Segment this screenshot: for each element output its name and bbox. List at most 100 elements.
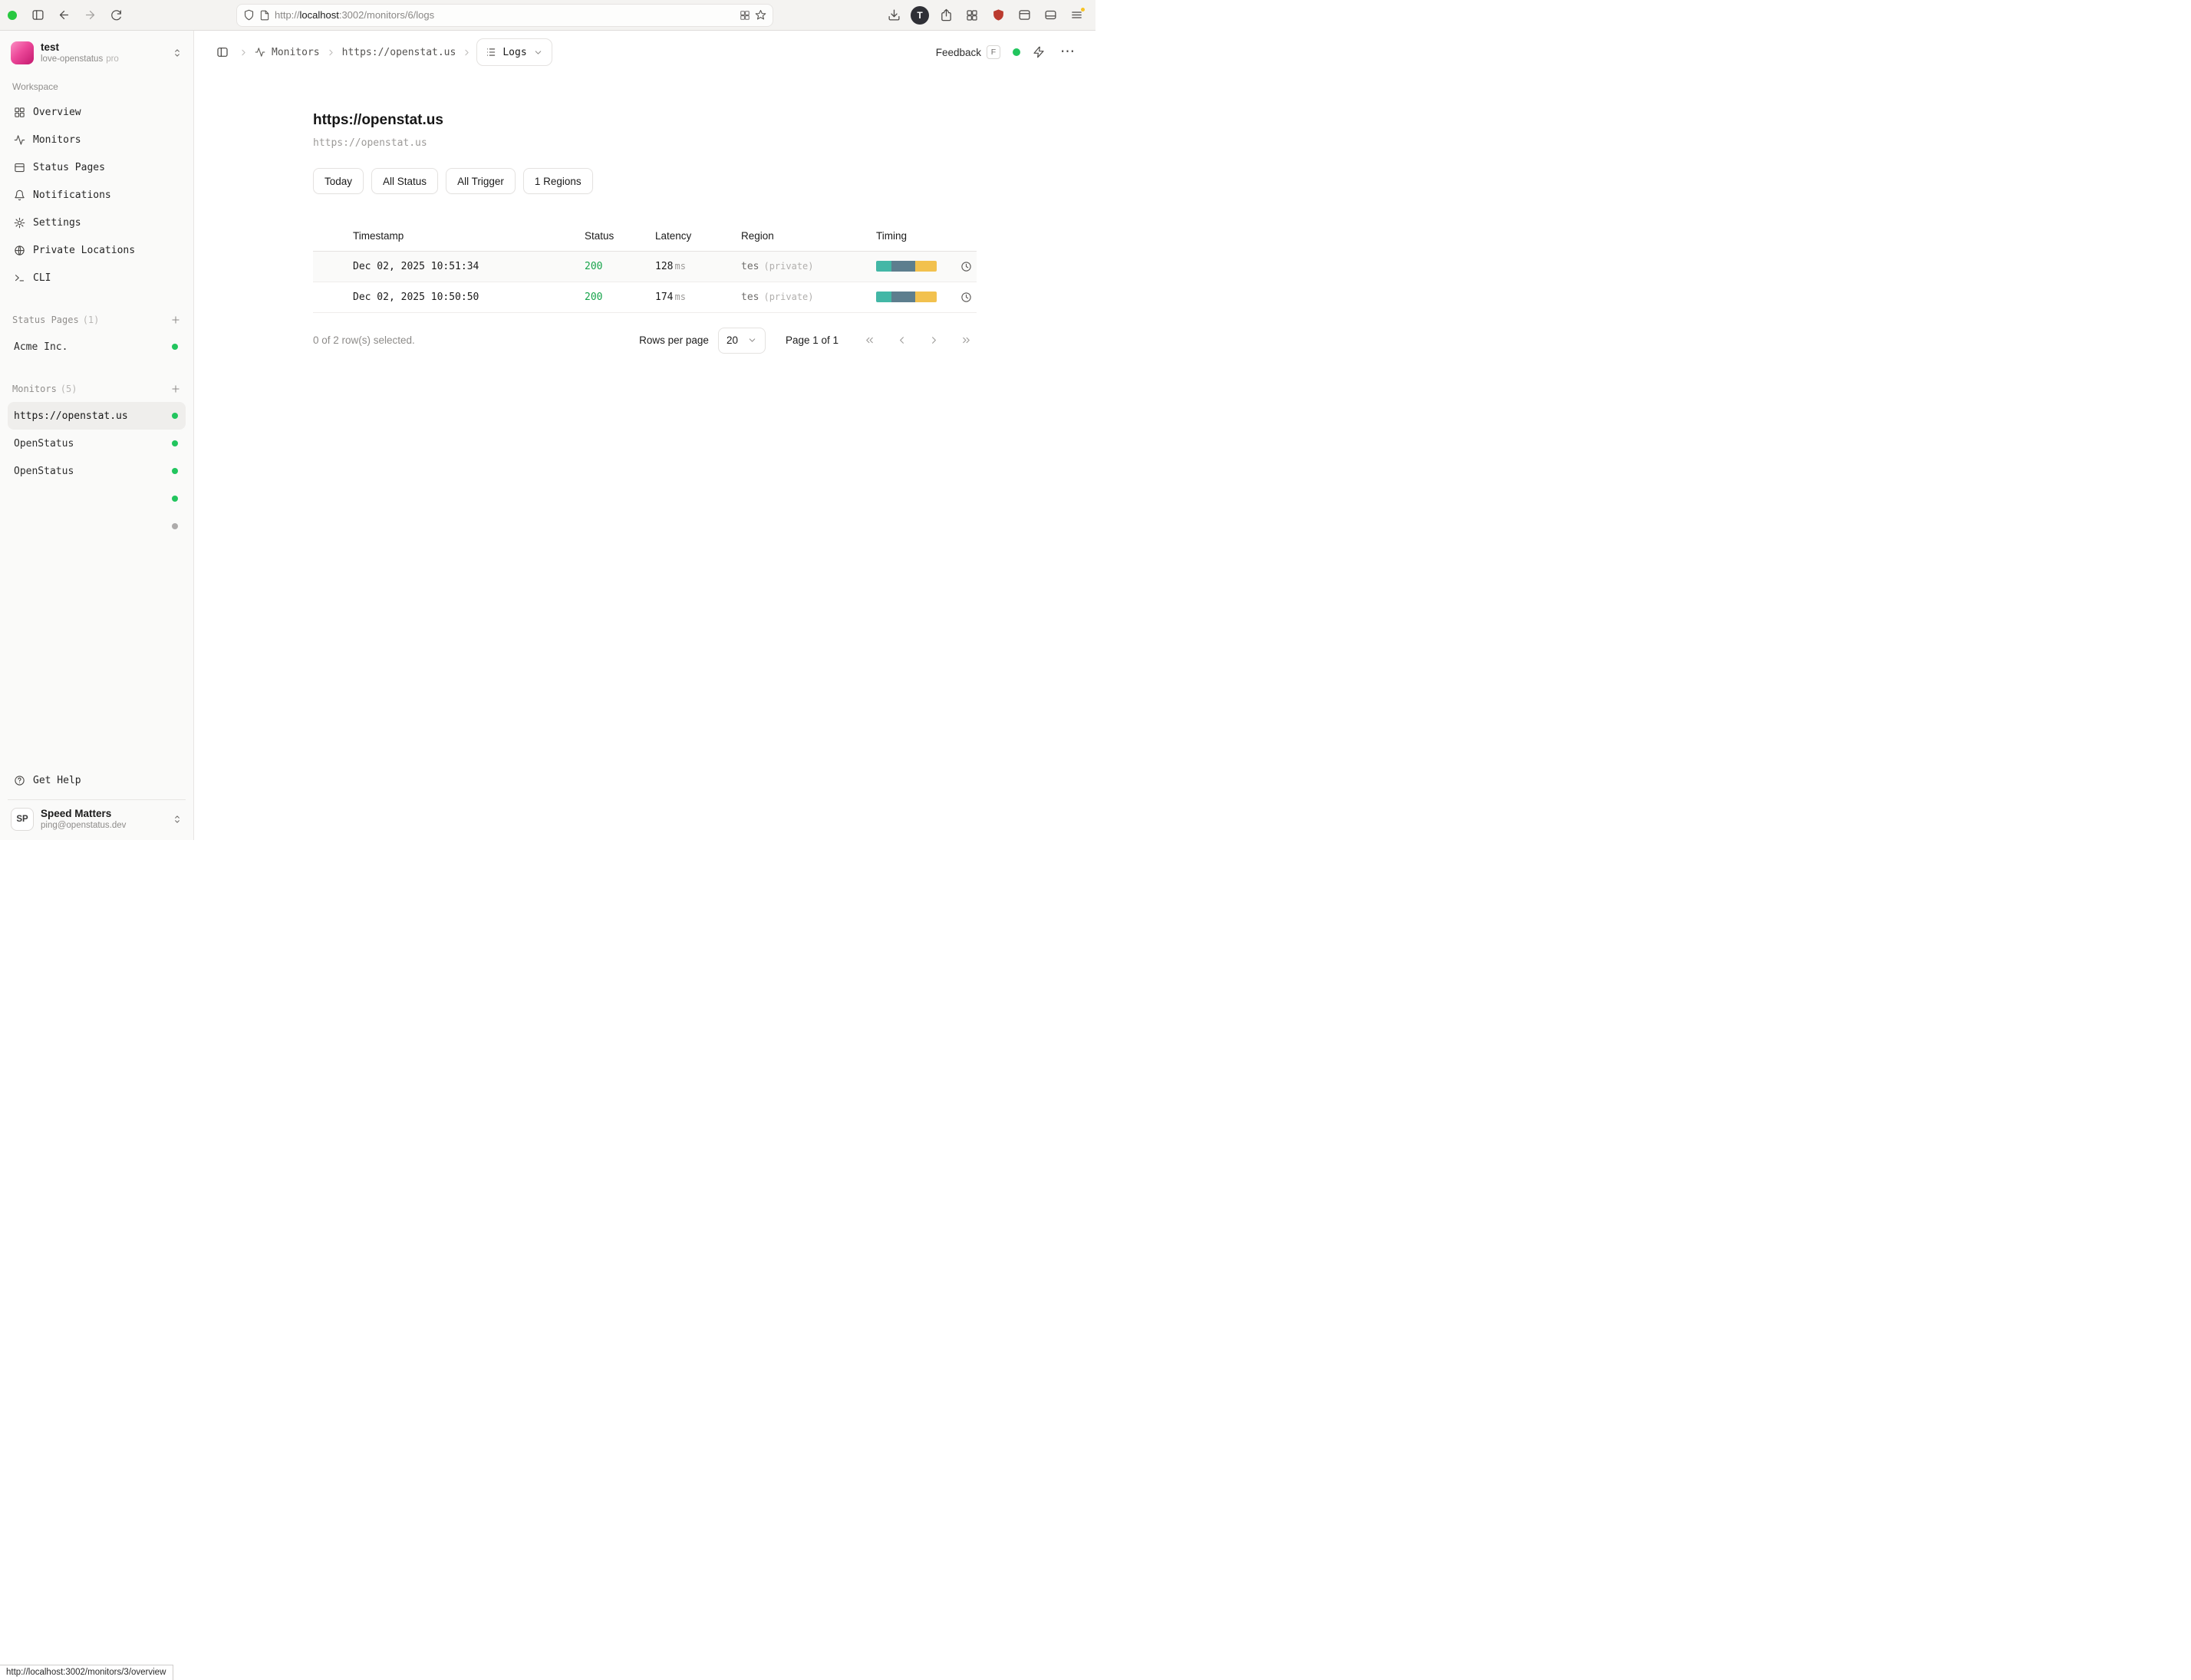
main-area: Monitors https://openstat.us Logs Feedba… <box>194 31 1096 840</box>
chevron-right-icon <box>462 48 472 58</box>
get-help-button[interactable]: Get Help <box>8 766 186 795</box>
col-region: Region <box>738 222 873 251</box>
add-monitor-button[interactable] <box>167 380 184 397</box>
status-dot <box>172 344 178 350</box>
monitor-item[interactable]: OpenStatus <box>8 430 186 457</box>
table-row[interactable]: Dec 02, 2025 10:50:50 200 174ms tes(priv… <box>313 282 977 312</box>
chevron-down-icon <box>747 335 757 345</box>
timing-segment-dns <box>876 261 891 272</box>
app-sidebar: test love-openstatuspro Workspace Overvi… <box>0 31 194 840</box>
table-row[interactable]: Dec 02, 2025 10:51:34 200 128ms tes(priv… <box>313 251 977 282</box>
forward-button[interactable] <box>78 5 101 26</box>
sidebar-item-cli[interactable]: CLI <box>8 264 186 292</box>
page-subtitle: https://openstat.us <box>313 137 977 149</box>
pagination-prev-button[interactable] <box>891 330 912 351</box>
profile-avatar[interactable]: T <box>908 5 931 26</box>
monitor-item[interactable] <box>8 512 186 540</box>
page-info-icon[interactable] <box>259 10 270 21</box>
monitor-item[interactable]: OpenStatus <box>8 457 186 485</box>
timing-segment-ttfb <box>915 261 937 272</box>
status-dot <box>172 440 178 446</box>
containers-icon[interactable] <box>740 10 750 21</box>
timing-segment-ttfb <box>915 292 937 302</box>
workspace-switcher[interactable]: test love-openstatuspro <box>8 38 186 68</box>
bookmark-star-icon[interactable] <box>755 9 766 21</box>
terminal-icon <box>14 272 25 284</box>
col-status: Status <box>582 222 652 251</box>
pagination-next-button[interactable] <box>923 330 944 351</box>
chevron-down-icon <box>533 48 543 58</box>
activity-icon <box>255 47 265 58</box>
panel-icon[interactable] <box>1039 5 1062 26</box>
extensions-icon[interactable] <box>960 5 983 26</box>
chevron-right-icon <box>326 48 336 58</box>
back-button[interactable] <box>52 5 75 26</box>
timing-segment-connect <box>891 261 915 272</box>
cell-latency: 174 <box>655 292 673 303</box>
filter-status-button[interactable]: All Status <box>371 168 438 194</box>
rows-per-page-label: Rows per page <box>639 334 709 346</box>
cell-region: tes <box>741 292 759 303</box>
cell-status: 200 <box>585 261 602 272</box>
sidebar-item-notifications[interactable]: Notifications <box>8 181 186 209</box>
workspace-section-label: Workspace <box>12 81 186 92</box>
sidebar-item-status-pages[interactable]: Status Pages <box>8 153 186 181</box>
rows-selected-text: 0 of 2 row(s) selected. <box>313 334 415 346</box>
traffic-light-green[interactable] <box>8 11 17 20</box>
monitor-item[interactable] <box>8 485 186 512</box>
status-page-item[interactable]: Acme Inc. <box>8 333 186 361</box>
clock-icon[interactable] <box>960 292 972 303</box>
url-bar[interactable]: http://localhost:3002/monitors/6/logs <box>236 4 773 27</box>
monitor-item[interactable]: https://openstat.us <box>8 402 186 430</box>
sidebar-item-private-locations[interactable]: Private Locations <box>8 236 186 264</box>
cell-region: tes <box>741 261 759 272</box>
status-pulse-dot <box>1013 48 1020 56</box>
filter-date-button[interactable]: Today <box>313 168 364 194</box>
user-name: Speed Matters <box>41 808 165 820</box>
globe-icon <box>14 245 25 256</box>
col-timing: Timing <box>873 222 977 251</box>
status-dot <box>172 496 178 502</box>
pagination-last-button[interactable] <box>955 330 977 351</box>
ublock-icon[interactable] <box>987 5 1010 26</box>
add-status-page-button[interactable] <box>167 311 184 328</box>
sidebar-item-overview[interactable]: Overview <box>8 98 186 126</box>
menu-hamburger-icon[interactable] <box>1065 5 1088 26</box>
sidebar-item-settings[interactable]: Settings <box>8 209 186 236</box>
cell-status: 200 <box>585 292 602 303</box>
tracking-shield-icon[interactable] <box>243 9 255 21</box>
breadcrumb-monitors[interactable]: Monitors <box>253 44 321 61</box>
browser-sidebar-toggle-icon[interactable] <box>26 5 49 26</box>
breadcrumb-monitor-url[interactable]: https://openstat.us <box>341 44 458 61</box>
cell-latency: 128 <box>655 261 673 272</box>
chevrons-up-down-icon <box>172 814 183 825</box>
table-footer: 0 of 2 row(s) selected. Rows per page 20… <box>313 328 977 354</box>
pagination-first-button[interactable] <box>858 330 880 351</box>
user-email: ping@openstatus.dev <box>41 820 165 831</box>
rows-per-page-select[interactable]: 20 <box>718 328 766 354</box>
library-icon[interactable] <box>1013 5 1036 26</box>
downloads-icon[interactable] <box>882 5 905 26</box>
more-options-button[interactable]: ⋯ <box>1057 45 1079 59</box>
command-zap-icon[interactable] <box>1033 46 1045 58</box>
workspace-name: test <box>41 41 165 54</box>
sidebar-item-monitors[interactable]: Monitors <box>8 126 186 153</box>
page-info: Page 1 of 1 <box>786 334 839 346</box>
share-icon[interactable] <box>934 5 957 26</box>
filter-trigger-button[interactable]: All Trigger <box>446 168 516 194</box>
logs-view-dropdown[interactable]: Logs <box>476 38 552 66</box>
feedback-button[interactable]: Feedback F <box>936 45 1000 59</box>
reload-button[interactable] <box>104 5 127 26</box>
sidebar-collapse-icon[interactable] <box>211 41 234 63</box>
page-title: https://openstat.us <box>313 112 977 129</box>
url-text: http://localhost:3002/monitors/6/logs <box>275 9 735 21</box>
breadcrumb: Monitors https://openstat.us Logs Feedba… <box>194 31 1096 74</box>
clock-icon[interactable] <box>960 261 972 272</box>
workspace-plan-badge: pro <box>106 54 119 64</box>
col-latency: Latency <box>652 222 738 251</box>
filter-regions-button[interactable]: 1 Regions <box>523 168 593 194</box>
user-menu[interactable]: SP Speed Matters ping@openstatus.dev <box>8 799 186 840</box>
timing-segment-dns <box>876 292 891 302</box>
status-dot <box>172 468 178 474</box>
workspace-avatar <box>11 41 34 64</box>
